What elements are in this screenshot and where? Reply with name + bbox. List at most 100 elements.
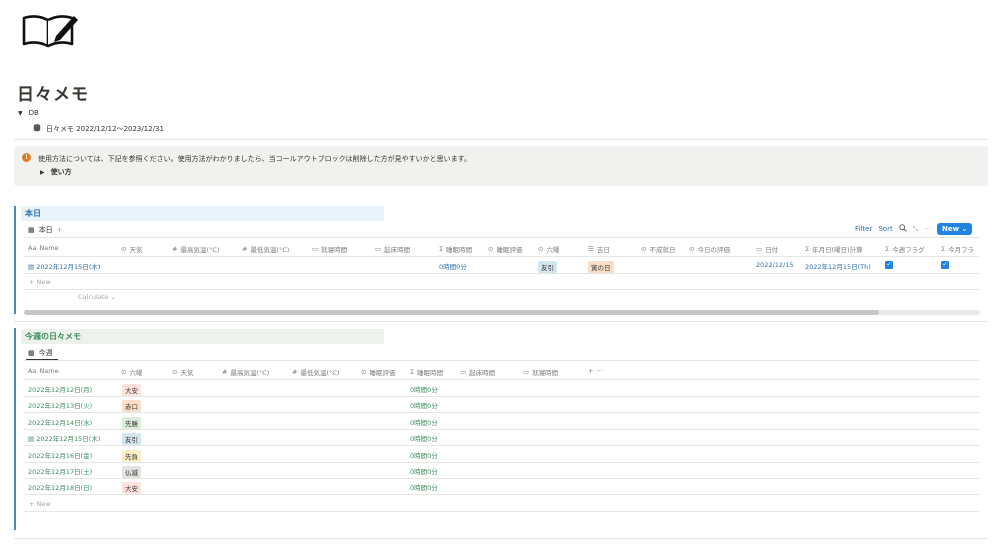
col-rokuyo[interactable]: ⊙ 六曜 (538, 244, 559, 254)
table-toolbar: Filter Sort ⤡ ··· New ⌄ (855, 223, 973, 235)
sleep-time-cell[interactable]: 0時間0分 (410, 400, 438, 410)
col-label: 睡眠時間 (417, 369, 444, 377)
col-waketime[interactable]: ▭ 起床時間 (375, 244, 410, 254)
row-name-label: 2022年12月14日(水) (28, 419, 93, 427)
table-row-name[interactable]: 2022年12月18日(日) (28, 482, 92, 492)
date-cell[interactable]: 2022/12/15 (756, 261, 793, 269)
rokuyo-tag[interactable]: 大安 (122, 482, 141, 494)
db-toggle[interactable]: ▼ DB (18, 109, 39, 117)
col-weather[interactable]: ⊙ 天気 (121, 244, 142, 254)
col-label: 六曜 (546, 246, 560, 254)
date-icon: ▭ (375, 245, 382, 253)
table-row-name[interactable]: ▤ 2022年12月15日(木) (28, 261, 100, 271)
kichijitsu-tag[interactable]: 寅の日 (588, 261, 614, 273)
col-label: Name (39, 244, 59, 252)
calc-cell[interactable]: 2022年12月15日(Th) (805, 261, 871, 271)
sleep-time-cell[interactable]: 0時間0分 (410, 384, 438, 394)
usage-toggle[interactable]: ▶ 使い方 (40, 167, 72, 177)
scrollbar-thumb[interactable] (24, 310, 879, 315)
rokuyo-tag[interactable]: 大安 (122, 384, 141, 396)
col-name[interactable]: Aa Name (28, 244, 59, 252)
callout: ! 使用方法については、下記を参照ください。使用方法がわかりましたら、当コールア… (14, 146, 988, 186)
rokuyo-tag[interactable]: 先勝 (122, 417, 141, 429)
divider (24, 412, 980, 413)
col-rokuyo[interactable]: ⊙ 六曜 (121, 367, 142, 377)
select-icon: ⊙ (641, 245, 647, 253)
divider (24, 289, 980, 290)
sort-button[interactable]: Sort (878, 225, 892, 233)
rokuyo-tag[interactable]: 友引 (122, 433, 141, 445)
divider (24, 511, 980, 512)
sleep-time-cell[interactable]: 0時間0分 (410, 450, 438, 460)
calculate-button[interactable]: Calculate ⌄ (78, 293, 116, 301)
col-label: 睡眠時間 (446, 246, 473, 254)
col-sleep-rating[interactable]: ⊙ 睡眠評価 (361, 367, 395, 377)
divider (14, 321, 988, 322)
col-calc[interactable]: Σ 年月日(曜日)計算 (805, 244, 863, 254)
more-icon[interactable]: ··· (924, 225, 931, 233)
expand-icon[interactable]: ⤡ (913, 225, 919, 234)
search-icon[interactable] (899, 224, 907, 234)
col-week-flag[interactable]: Σ 今週フラグ (885, 244, 925, 254)
date-icon: ▭ (460, 368, 467, 376)
rokuyo-tag[interactable]: 赤口 (122, 400, 141, 412)
rokuyo-tag[interactable]: 先負 (122, 450, 141, 462)
table-row-name[interactable]: 2022年12月13日(火) (28, 400, 92, 410)
text-icon: Aa (28, 244, 37, 252)
select-icon: ⊙ (538, 245, 544, 253)
table-row-name[interactable]: 2022年12月16日(金) (28, 450, 92, 460)
add-view-icon[interactable]: + (57, 226, 63, 234)
db-link[interactable]: 日々メモ 2022/12/12〜2023/12/31 (33, 124, 164, 134)
select-icon: ⊙ (361, 368, 367, 376)
tab-today[interactable]: ▦ 本日 + (28, 225, 63, 235)
add-column-button[interactable]: + ··· (588, 367, 603, 375)
filter-button[interactable]: Filter (855, 225, 872, 233)
divider (14, 139, 988, 140)
sleep-time-cell[interactable]: 0時間0分 (410, 482, 438, 492)
add-row-button[interactable]: + New (29, 500, 51, 508)
col-sleep-time[interactable]: Σ 睡眠時間 (439, 244, 472, 254)
sleep-time-cell[interactable]: 0時間0分 (410, 433, 438, 443)
col-label: 不成就日 (649, 246, 676, 254)
col-min-temp[interactable]: # 最低気温(°C) (242, 244, 289, 254)
col-name[interactable]: Aa Name (28, 367, 59, 375)
sleep-time-cell[interactable]: 0時間0分 (439, 261, 467, 271)
col-date[interactable]: ▭ 日付 (756, 244, 778, 254)
col-sleep-time[interactable]: Σ 睡眠時間 (410, 367, 443, 377)
usage-toggle-label: 使い方 (50, 168, 72, 176)
col-label: 年月日(曜日)計算 (812, 246, 863, 254)
callout-text: 使用方法については、下記を参照ください。使用方法がわかりましたら、当コールアウト… (38, 155, 471, 163)
table-row-name[interactable]: 2022年12月12日(月) (28, 384, 92, 394)
col-bedtime[interactable]: ▭ 就寝時間 (523, 367, 558, 377)
date-icon: ▭ (312, 245, 319, 253)
month-flag-checkbox[interactable]: ✓ (941, 261, 949, 269)
triangle-down-icon: ▼ (18, 109, 23, 117)
col-kichijitsu[interactable]: ☰ 吉日 (588, 244, 610, 254)
col-waketime[interactable]: ▭ 起床時間 (460, 367, 495, 377)
horizontal-scrollbar[interactable] (24, 310, 980, 315)
table-row-name[interactable]: 2022年12月14日(水) (28, 417, 92, 427)
rokuyo-tag[interactable]: 友引 (538, 261, 557, 273)
col-fujoju[interactable]: ⊙ 不成就日 (641, 244, 675, 254)
sleep-time-cell[interactable]: 0時間0分 (410, 417, 438, 427)
rokuyo-tag[interactable]: 仏滅 (122, 466, 141, 478)
col-month-flag[interactable]: Σ 今月フラ (941, 244, 974, 254)
col-today-rating[interactable]: ⊙ 今日の評価 (689, 244, 730, 254)
col-weather[interactable]: ⊙ 天気 (172, 367, 193, 377)
add-row-button[interactable]: + New (29, 278, 51, 286)
add-row-label: New (36, 500, 51, 508)
col-bedtime[interactable]: ▭ 就寝時間 (312, 244, 347, 254)
table-row-name[interactable]: ▤ 2022年12月15日(木) (28, 433, 100, 443)
col-min-temp[interactable]: # 最低気温(°C) (292, 367, 339, 377)
page-icon: ▤ (28, 263, 35, 271)
col-max-temp[interactable]: # 最高気温(°C) (222, 367, 269, 377)
col-max-temp[interactable]: # 最高気温(°C) (172, 244, 219, 254)
db-link-label: 日々メモ 2022/12/12〜2023/12/31 (46, 125, 164, 133)
col-sleep-rating[interactable]: ⊙ 睡眠評価 (488, 244, 522, 254)
new-button[interactable]: New ⌄ (937, 223, 973, 235)
tab-week[interactable]: ▦ 今週 (28, 348, 53, 358)
sleep-time-cell[interactable]: 0時間0分 (410, 466, 438, 476)
table-row-name[interactable]: 2022年12月17日(土) (28, 466, 92, 476)
add-row-label: New (36, 278, 51, 286)
week-flag-checkbox[interactable]: ✓ (885, 261, 893, 269)
